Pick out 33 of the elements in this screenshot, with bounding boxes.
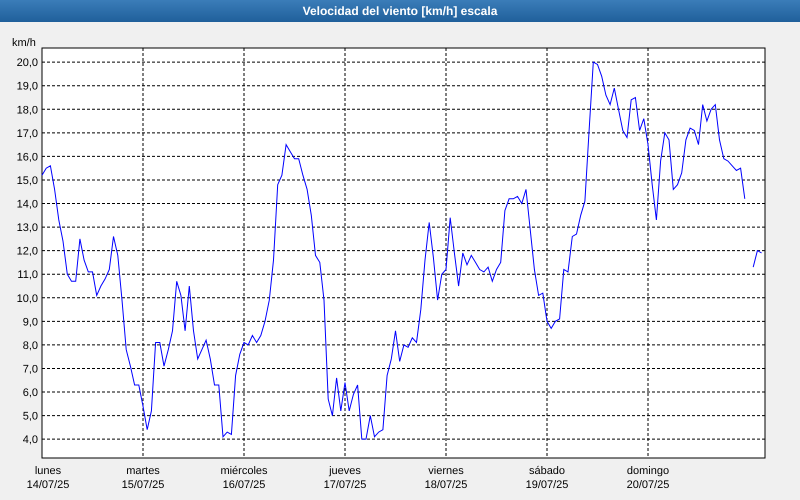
x-tick-label: miércoles	[220, 465, 268, 477]
x-tick-date: 20/07/25	[626, 479, 670, 491]
y-tick-label: 16,0	[16, 151, 38, 164]
x-tick-label: martes	[126, 465, 160, 477]
x-tick-label: sábado	[528, 465, 566, 477]
y-tick-label: 11,0	[17, 269, 38, 282]
y-tick-label: 7,0	[22, 363, 38, 376]
y-tick-label: 14,0	[16, 198, 38, 211]
y-tick-label: 17,0	[16, 128, 38, 140]
window-title: Velocidad del viento [km/h] escala	[0, 0, 800, 22]
x-tick-label: domingo	[626, 465, 670, 477]
y-tick-label: 4,0	[22, 434, 38, 446]
y-tick-label: 15,0	[16, 174, 38, 187]
y-tick-label: 19,0	[16, 80, 38, 93]
y-tick-label: 12,0	[16, 246, 38, 258]
x-tick-label: jueves	[329, 465, 361, 477]
y-tick-label: 6,0	[22, 387, 38, 400]
y-tick-label: 5,0	[22, 410, 38, 423]
x-tick-date: 19/07/25	[526, 479, 568, 491]
x-tick-date: 14/07/25	[26, 479, 70, 491]
y-tick-label: 9,0	[22, 316, 38, 328]
x-tick-date: 17/07/25	[324, 479, 366, 491]
y-tick-label: 13,0	[16, 222, 38, 234]
x-tick-label: viernes	[428, 465, 464, 477]
y-tick-label: 20,0	[16, 57, 38, 70]
y-tick-label: 8,0	[22, 340, 38, 352]
y-tick-label: 10,0	[16, 292, 38, 305]
x-tick-date: 18/07/25	[424, 479, 468, 491]
y-axis-label: km/h	[12, 37, 36, 49]
x-tick-label: lunes	[34, 465, 62, 477]
x-tick-date: 16/07/25	[222, 479, 266, 491]
y-tick-label: 18,0	[16, 104, 38, 116]
x-tick-date: 15/07/25	[122, 479, 164, 491]
